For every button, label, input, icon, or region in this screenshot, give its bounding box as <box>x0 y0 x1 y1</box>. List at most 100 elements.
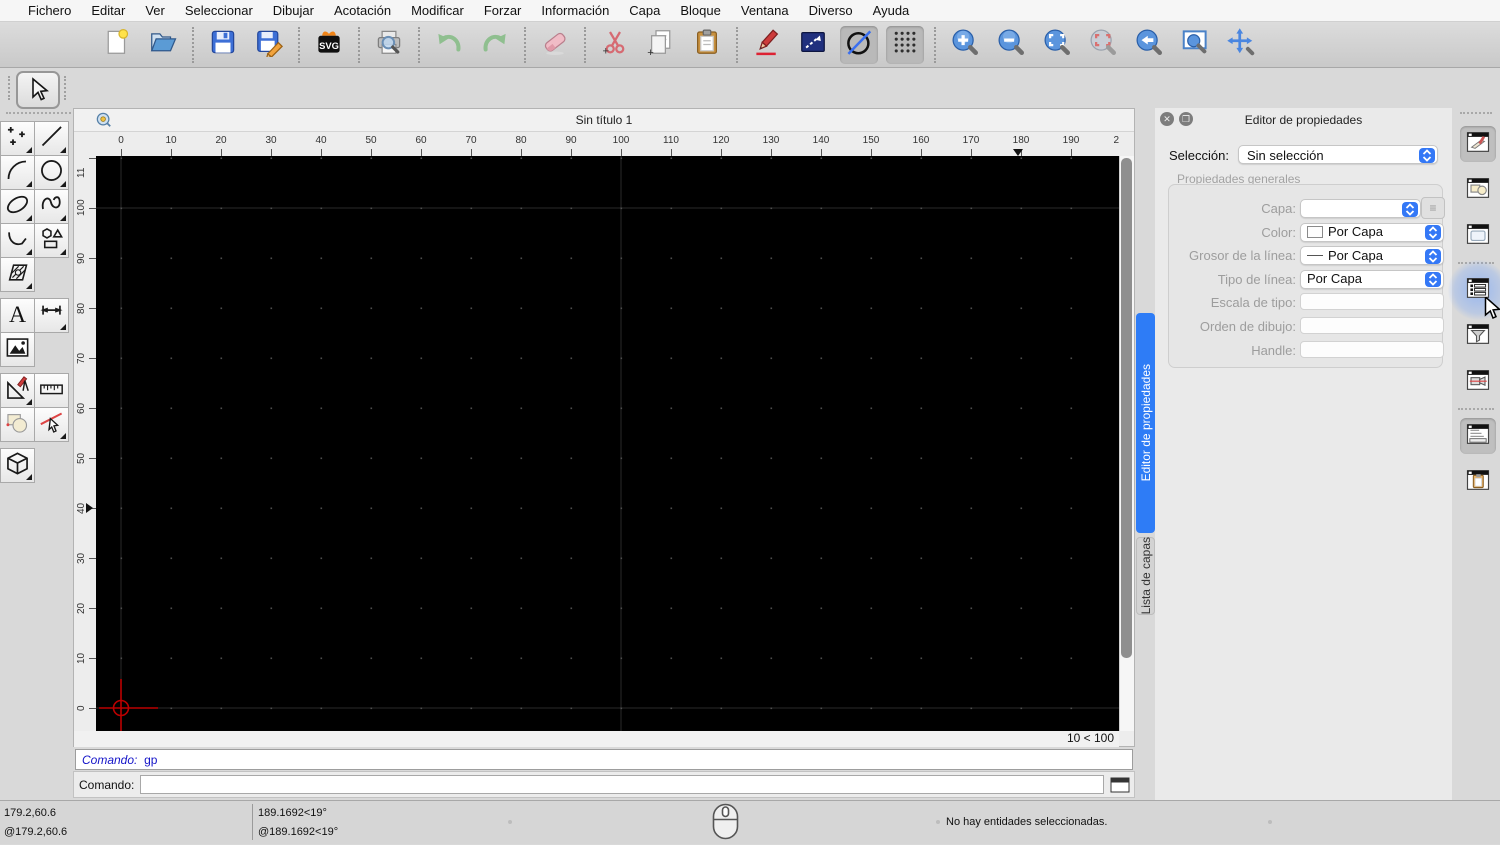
tab-layer-list[interactable]: Lista de capas <box>1136 537 1155 615</box>
tool-image-button[interactable] <box>0 332 35 367</box>
save-button[interactable] <box>204 26 242 64</box>
drawing-canvas[interactable] <box>96 156 1121 731</box>
hruler-label: 50 <box>365 135 377 146</box>
tool-hatch-button[interactable] <box>0 257 35 292</box>
statusbar-dot <box>1268 820 1272 824</box>
command-window-toggle-button[interactable] <box>1460 418 1496 454</box>
vertical-scrollbar-thumb[interactable] <box>1121 158 1132 658</box>
tool-points-button[interactable] <box>0 121 35 156</box>
tipo-de-línea-combobox[interactable]: Por Capa <box>1300 269 1444 289</box>
new-file-icon <box>102 27 132 62</box>
selection-combobox[interactable]: Sin selección <box>1238 145 1438 164</box>
hruler-label: 0 <box>118 135 124 146</box>
menu-editar[interactable]: Editar <box>81 0 135 22</box>
notes-window-toggle-button[interactable] <box>1460 464 1496 500</box>
print-preview-button[interactable] <box>370 26 408 64</box>
tab-property-editor[interactable]: Editor de propiedades <box>1136 313 1155 533</box>
blocks-window-toggle-button[interactable] <box>1460 172 1496 208</box>
frame-window-toggle-button[interactable] <box>1460 218 1496 254</box>
grid-snap-button[interactable] <box>886 25 924 64</box>
handle-input[interactable] <box>1300 340 1444 358</box>
palette-drag-handle[interactable] <box>6 112 78 118</box>
undo-button[interactable] <box>430 26 468 64</box>
menu-diverso[interactable]: Diverso <box>799 0 863 22</box>
menu-fichero[interactable]: Fichero <box>18 0 81 22</box>
menu-ver[interactable]: Ver <box>135 0 175 22</box>
open-file-button[interactable] <box>144 26 182 64</box>
escala-de-tipo-input[interactable] <box>1300 293 1444 311</box>
eraser-button[interactable] <box>536 26 574 64</box>
orden-de-dibujo-input[interactable] <box>1300 317 1444 334</box>
toolbar-drag-handle[interactable] <box>1460 112 1492 114</box>
tool-polygon-button[interactable] <box>34 223 69 258</box>
menu-seleccionar[interactable]: Seleccionar <box>175 0 263 22</box>
tool-select-entity-button[interactable] <box>34 407 69 442</box>
redo-button[interactable] <box>476 26 514 64</box>
ruler-position-marker-x <box>1013 149 1023 156</box>
paste-button[interactable] <box>688 26 726 64</box>
command-keyboard-toggle-button[interactable] <box>1108 776 1131 794</box>
command-history: Comando: gp <box>75 749 1133 770</box>
hruler-label: 130 <box>762 135 780 146</box>
hruler-tick <box>621 149 622 156</box>
toolbar-drag-handle[interactable] <box>8 76 10 100</box>
vruler-tick <box>89 208 96 209</box>
cut-button[interactable]: + <box>596 26 634 64</box>
hruler-label: 10 <box>165 135 177 146</box>
tool-text-button[interactable]: A <box>0 298 35 333</box>
menu-ventana[interactable]: Ventana <box>731 0 799 22</box>
tool-modify-button[interactable] <box>0 373 35 408</box>
hruler-label: 60 <box>415 135 427 146</box>
undo-icon <box>434 27 464 62</box>
capa-combobox[interactable] <box>1300 199 1421 218</box>
menu-capa[interactable]: Capa <box>619 0 670 22</box>
grosor-de-la-línea-combobox[interactable]: Por Capa <box>1300 246 1444 266</box>
media-window-toggle-button[interactable] <box>1460 364 1496 400</box>
vruler-tick <box>89 658 96 659</box>
tool-arc-button[interactable] <box>0 155 35 190</box>
copy-button[interactable]: + <box>642 26 680 64</box>
tool-ellipse-button[interactable] <box>0 189 35 224</box>
tool-cube-button[interactable] <box>0 448 35 483</box>
circle-line-button[interactable] <box>840 25 878 64</box>
tool-measure-button[interactable] <box>34 373 69 408</box>
cut-icon: + <box>600 27 630 62</box>
zoom-pan-button[interactable] <box>1222 26 1260 64</box>
save-as-button[interactable] <box>250 26 288 64</box>
tool-spline-button[interactable] <box>34 189 69 224</box>
select-tool-button[interactable] <box>16 71 60 109</box>
menu-forzar[interactable]: Forzar <box>474 0 532 22</box>
tool-order-button[interactable] <box>0 407 35 442</box>
menu-ayuda[interactable]: Ayuda <box>863 0 920 22</box>
new-file-button[interactable] <box>98 26 136 64</box>
media-window-icon <box>1464 366 1492 399</box>
menu-acotacion[interactable]: Acotación <box>324 0 401 22</box>
mouse-hints-icon <box>712 803 739 845</box>
command-input[interactable] <box>140 775 1104 794</box>
menu-bloque[interactable]: Bloque <box>670 0 730 22</box>
layer-menu-button[interactable]: ≡ <box>1421 197 1445 219</box>
tool-circle-button[interactable] <box>34 155 69 190</box>
vruler-label: 50 <box>76 452 87 464</box>
copy-icon: + <box>646 27 676 62</box>
zoom-window-button[interactable] <box>1176 26 1214 64</box>
zoom-out-button[interactable] <box>992 26 1030 64</box>
color-combobox[interactable]: Por Capa <box>1300 222 1444 242</box>
svg-export-button[interactable]: SVG <box>310 26 348 64</box>
text-icon: A <box>4 300 31 332</box>
draw-pen-button[interactable] <box>748 26 786 64</box>
menu-modificar[interactable]: Modificar <box>401 0 474 22</box>
color-swatch <box>1307 226 1323 239</box>
zoom-selected-button[interactable] <box>1084 26 1122 64</box>
pen-window-toggle-button[interactable] <box>1460 126 1496 162</box>
tool-dimension-button[interactable] <box>34 298 69 333</box>
zoom-in-button[interactable] <box>946 26 984 64</box>
zoom-auto-button[interactable] <box>1038 26 1076 64</box>
menu-informacion[interactable]: Información <box>531 0 619 22</box>
hruler-tick <box>771 149 772 156</box>
tool-polyline-button[interactable] <box>0 223 35 258</box>
zoom-previous-button[interactable] <box>1130 26 1168 64</box>
menu-dibujar[interactable]: Dibujar <box>263 0 324 22</box>
selection-box-button[interactable] <box>794 26 832 64</box>
tool-line-button[interactable] <box>34 121 69 156</box>
